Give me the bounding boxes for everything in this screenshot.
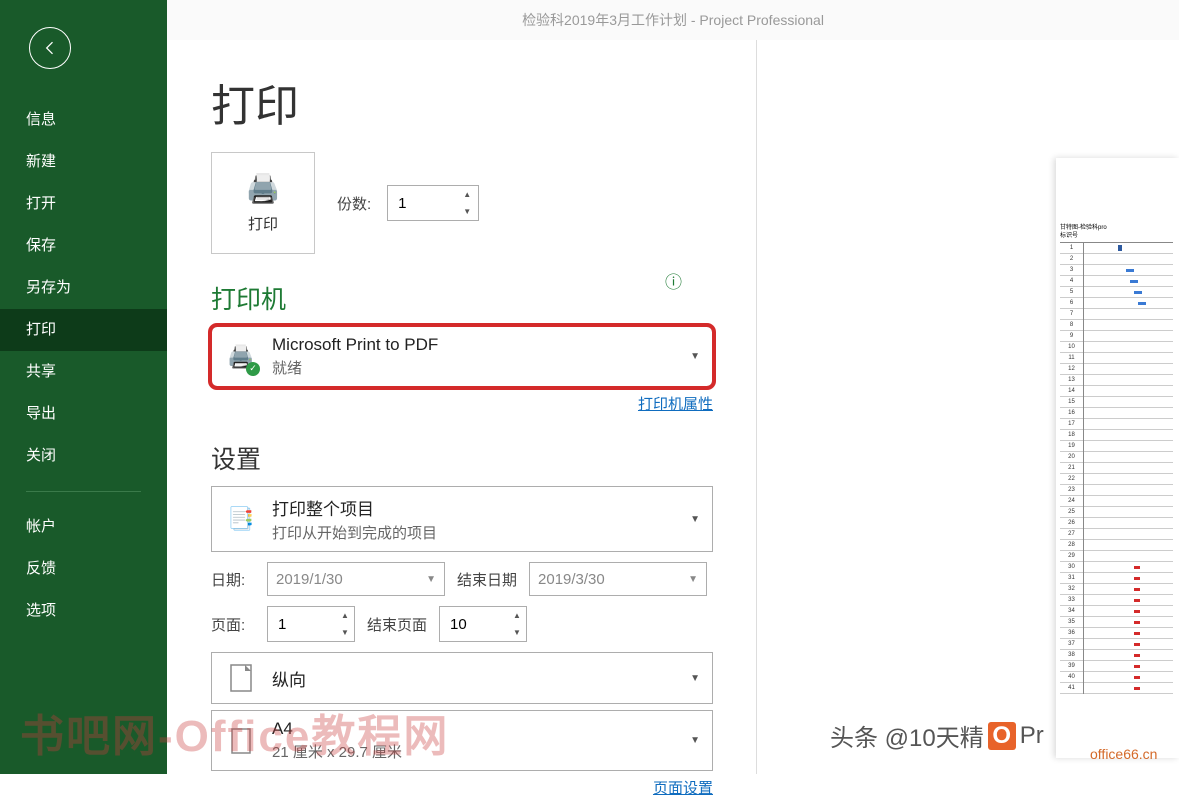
nav-options[interactable]: 选项 <box>0 590 167 632</box>
chevron-down-icon: ▼ <box>690 735 700 746</box>
date-row: 日期: 2019/1/30 ▼ 结束日期 2019/3/30 ▼ <box>211 562 1179 596</box>
nav-info[interactable]: 信息 <box>0 99 167 141</box>
nav-feedback[interactable]: 反馈 <box>0 548 167 590</box>
end-page-label: 结束页面 <box>367 614 427 635</box>
orientation-icon <box>224 661 258 695</box>
chevron-down-icon: ▼ <box>426 574 436 585</box>
nav-export[interactable]: 导出 <box>0 393 167 435</box>
nav-new[interactable]: 新建 <box>0 141 167 183</box>
title-bar: 检验科2019年3月工作计划 - Project Professional <box>167 0 1179 40</box>
nav-saveas[interactable]: 另存为 <box>0 267 167 309</box>
paper-name: A4 <box>272 719 676 739</box>
orientation-dropdown[interactable]: 纵向 ▼ <box>211 652 713 704</box>
preview-header2: 标识号 <box>1060 232 1173 240</box>
printer-name: Microsoft Print to PDF <box>272 335 676 355</box>
arrow-left-icon <box>40 38 60 58</box>
chevron-down-icon: ▼ <box>690 514 700 525</box>
chevron-down-icon: ▼ <box>690 351 700 362</box>
spinner-up-icon[interactable]: ▲ <box>508 607 526 624</box>
scope-icon: 📑 <box>224 502 258 536</box>
date-label: 日期: <box>211 569 255 590</box>
copies-spinner[interactable]: ▲ ▼ <box>387 185 479 221</box>
printer-status-icon: 🖨️✓ <box>224 340 258 374</box>
printer-properties-link[interactable]: 打印机属性 <box>211 393 713 414</box>
settings-section-title: 设置 <box>211 440 1179 476</box>
nav-open[interactable]: 打开 <box>0 183 167 225</box>
spinner-arrows: ▲ ▼ <box>456 186 478 220</box>
check-icon: ✓ <box>246 362 260 376</box>
start-date-field[interactable]: 2019/1/30 ▼ <box>267 562 445 596</box>
print-scope-dropdown[interactable]: 📑 打印整个项目 打印从开始到完成的项目 ▼ <box>211 486 713 552</box>
back-button[interactable] <box>29 27 71 69</box>
chevron-down-icon: ▼ <box>690 673 700 684</box>
scope-sub: 打印从开始到完成的项目 <box>272 522 676 543</box>
start-page-input[interactable] <box>268 607 336 641</box>
end-date-field[interactable]: 2019/3/30 ▼ <box>529 562 707 596</box>
printer-status: 就绪 <box>272 357 676 378</box>
spinner-down-icon[interactable]: ▼ <box>508 624 526 641</box>
page-label: 页面: <box>211 614 255 635</box>
page-row: 页面: ▲▼ 结束页面 ▲▼ <box>211 606 1179 642</box>
chevron-down-icon: ▼ <box>688 574 698 585</box>
print-button[interactable]: 🖨️ 打印 <box>211 152 315 254</box>
printer-section-title: 打印机 <box>211 280 1179 316</box>
printer-dropdown[interactable]: 🖨️✓ Microsoft Print to PDF 就绪 ▼ <box>211 326 713 387</box>
preview-gantt-column <box>1084 243 1173 694</box>
paper-size-dropdown[interactable]: A4 21 厘米 x 29.7 厘米 ▼ <box>211 710 713 771</box>
spinner-up-icon[interactable]: ▲ <box>456 186 478 203</box>
end-date-value: 2019/3/30 <box>538 571 605 588</box>
paper-icon <box>224 724 258 758</box>
printer-text: Microsoft Print to PDF 就绪 <box>272 335 676 378</box>
scope-main: 打印整个项目 <box>272 495 676 520</box>
end-page-spinner[interactable]: ▲▼ <box>439 606 527 642</box>
info-icon[interactable]: ⓘ <box>665 268 682 293</box>
nav-share[interactable]: 共享 <box>0 351 167 393</box>
scope-text: 打印整个项目 打印从开始到完成的项目 <box>272 495 676 543</box>
page-setup-link[interactable]: 页面设置 <box>211 777 713 798</box>
copies-input[interactable] <box>388 186 456 220</box>
nav-save[interactable]: 保存 <box>0 225 167 267</box>
spinner-down-icon[interactable]: ▼ <box>336 624 354 641</box>
page-title: 打印 <box>211 70 1179 134</box>
nav-separator <box>26 491 141 492</box>
preview-id-column: 1234567891011121314151617181920212223242… <box>1060 243 1084 694</box>
nav-list: 信息 新建 打开 保存 另存为 打印 共享 导出 关闭 帐户 反馈 选项 <box>0 99 167 632</box>
copies-label: 份数: <box>337 193 371 214</box>
nav-account[interactable]: 帐户 <box>0 506 167 548</box>
print-preview-page: 甘特图-检验科pro 标识号 1234567891011121314151617… <box>1056 158 1179 758</box>
paper-dims: 21 厘米 x 29.7 厘米 <box>272 741 676 762</box>
end-page-input[interactable] <box>440 607 508 641</box>
print-button-label: 打印 <box>248 213 278 234</box>
end-date-label: 结束日期 <box>457 569 517 590</box>
nav-close[interactable]: 关闭 <box>0 435 167 477</box>
preview-divider <box>756 40 757 774</box>
start-date-value: 2019/1/30 <box>276 571 343 588</box>
preview-header1: 甘特图-检验科pro <box>1060 224 1173 232</box>
backstage-sidebar: 信息 新建 打开 保存 另存为 打印 共享 导出 关闭 帐户 反馈 选项 <box>0 0 167 774</box>
nav-print[interactable]: 打印 <box>0 309 167 351</box>
start-page-spinner[interactable]: ▲▼ <box>267 606 355 642</box>
spinner-up-icon[interactable]: ▲ <box>336 607 354 624</box>
orientation-value: 纵向 <box>272 666 676 691</box>
printer-icon: 🖨️ <box>246 172 281 205</box>
print-row: 🖨️ 打印 份数: ▲ ▼ <box>211 152 1179 254</box>
spinner-down-icon[interactable]: ▼ <box>456 203 478 220</box>
print-backstage: 打印 🖨️ 打印 份数: ▲ ▼ 打印机 ⓘ 🖨️✓ Microsoft Pri… <box>167 40 1179 774</box>
